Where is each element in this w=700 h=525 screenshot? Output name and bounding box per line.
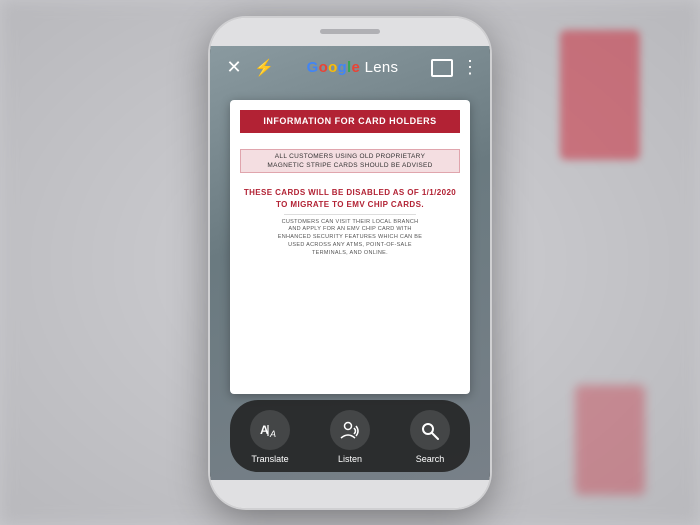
phone-top-bar <box>210 18 490 46</box>
card-header-text: INFORMATION FOR CARD HOLDERS <box>248 116 452 128</box>
search-icon <box>419 420 441 440</box>
card-divider <box>284 214 416 215</box>
search-label: Search <box>416 454 445 464</box>
search-action[interactable]: Search <box>400 408 460 466</box>
background-card-top <box>560 30 640 160</box>
flash-icon[interactable]: ⚡ <box>254 58 274 78</box>
translate-label: Translate <box>251 454 288 464</box>
listen-action[interactable]: Listen <box>320 408 380 466</box>
scanned-document-card: INFORMATION FOR CARD HOLDERS ALL CUSTOME… <box>230 100 470 394</box>
listen-icon-circle <box>330 410 370 450</box>
phone-speaker <box>320 29 380 34</box>
phone-shell: ✕ ⚡ Google Lens ⋮ INFORMATION FOR CARD H… <box>210 18 490 508</box>
card-header: INFORMATION FOR CARD HOLDERS <box>240 110 460 134</box>
lens-topbar: ✕ ⚡ Google Lens ⋮ <box>210 46 490 90</box>
card-advisory-text: ALL CUSTOMERS USING OLD PROPRIETARY MAGN… <box>240 149 460 173</box>
more-options-icon[interactable]: ⋮ <box>461 57 478 78</box>
background-card-bottom <box>575 385 645 495</box>
svg-text:A: A <box>269 429 276 439</box>
translate-icon: A A <box>259 420 281 440</box>
phone-screen: ✕ ⚡ Google Lens ⋮ INFORMATION FOR CARD H… <box>210 46 490 480</box>
listen-label: Listen <box>338 454 362 464</box>
search-icon-circle <box>410 410 450 450</box>
card-footer-text: CUSTOMERS CAN VISIT THEIR LOCAL BRANCH A… <box>242 219 458 257</box>
card-middle-text: THESE CARDS WILL BE DISABLED AS OF 1/1/2… <box>240 187 460 209</box>
translate-action[interactable]: A A Translate <box>240 408 300 466</box>
listen-icon <box>339 420 361 440</box>
phone-bottom-bar <box>210 480 490 508</box>
translate-icon-circle: A A <box>250 410 290 450</box>
gallery-icon[interactable] <box>431 59 453 77</box>
close-icon[interactable]: ✕ <box>222 57 246 78</box>
app-title: Google Lens <box>274 59 431 76</box>
lens-action-bar: A A Translate Listen <box>230 400 470 472</box>
